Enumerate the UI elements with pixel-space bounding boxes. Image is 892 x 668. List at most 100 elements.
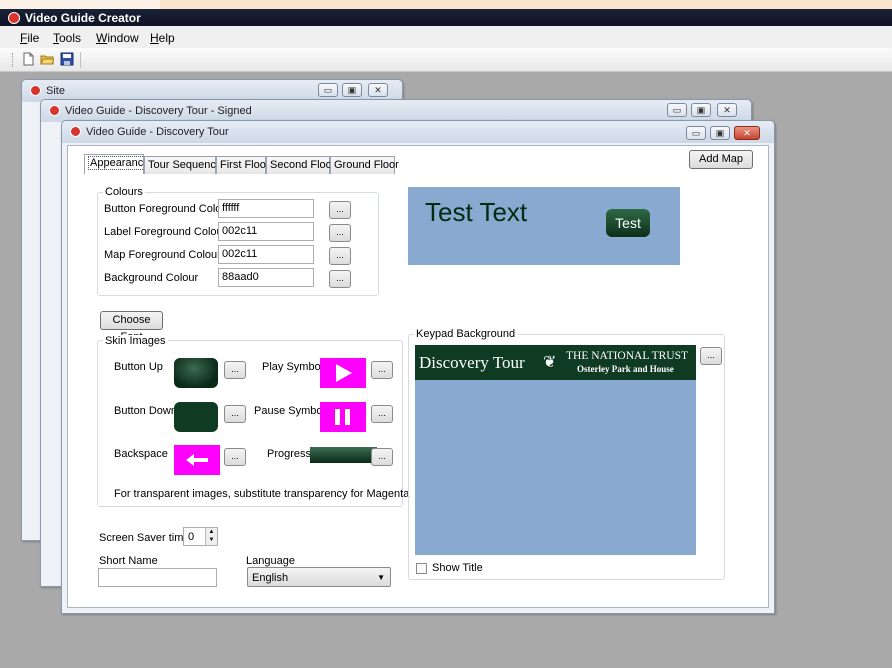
progress-browse-button[interactable]: ... bbox=[371, 448, 393, 466]
screen-saver-stepper[interactable]: 0 ▲ ▼ bbox=[183, 527, 218, 546]
progress-image bbox=[310, 447, 377, 463]
language-select[interactable]: English ▼ bbox=[247, 567, 391, 587]
main-window-caption: Video Guide - Discovery Tour ▭ ▣ ✕ bbox=[62, 121, 774, 143]
site-window-title: Site bbox=[46, 85, 65, 97]
label-fg-input[interactable]: 002c11 bbox=[218, 222, 314, 241]
site-window-icon bbox=[30, 85, 41, 96]
button-fg-input[interactable]: ffffff bbox=[218, 199, 314, 218]
menu-tools[interactable]: Tools bbox=[53, 31, 81, 45]
screen-saver-value: 0 bbox=[188, 531, 195, 543]
button-down-label: Button Down bbox=[114, 405, 177, 417]
maximize-icon[interactable]: ▣ bbox=[691, 103, 711, 117]
app-titlebar: Video Guide Creator bbox=[0, 0, 892, 26]
background-label: Background Colour bbox=[104, 272, 199, 284]
stepper-arrows-icon[interactable]: ▲ ▼ bbox=[205, 528, 217, 545]
button-up-image bbox=[174, 358, 218, 388]
colours-group: Colours Button Foreground Colour ffffff … bbox=[97, 186, 379, 296]
pause-symbol-label: Pause Symbol bbox=[254, 405, 325, 417]
tab-appearance[interactable]: Appearance bbox=[84, 154, 152, 174]
preview-panel: Test Text Test bbox=[408, 187, 680, 265]
play-symbol-image bbox=[320, 358, 366, 388]
pause-symbol-browse-button[interactable]: ... bbox=[371, 405, 393, 423]
tab-tour-sequence[interactable]: Tour Sequence bbox=[144, 156, 222, 174]
tab-first-floor[interactable]: First Floor bbox=[216, 156, 270, 174]
menu-window[interactable]: Window bbox=[96, 31, 139, 45]
short-name-label: Short Name bbox=[99, 555, 158, 567]
background-browse-button[interactable]: ... bbox=[329, 270, 351, 288]
button-fg-label: Button Foreground Colour bbox=[104, 203, 232, 215]
maximize-icon[interactable]: ▣ bbox=[710, 126, 730, 140]
tab-second-floor[interactable]: Second Floor bbox=[266, 156, 335, 174]
backspace-image bbox=[174, 445, 220, 475]
language-value: English bbox=[252, 572, 289, 584]
screen-saver-label: Screen Saver time bbox=[99, 532, 190, 544]
minimize-icon[interactable]: ▭ bbox=[667, 103, 687, 117]
button-down-browse-button[interactable]: ... bbox=[224, 405, 246, 423]
label-fg-browse-button[interactable]: ... bbox=[329, 224, 351, 242]
backspace-arrow-icon bbox=[186, 454, 208, 466]
banner-title: Discovery Tour bbox=[419, 353, 525, 372]
keypad-background-image: Discovery Tour ❦ THE NATIONAL TRUST Oste… bbox=[415, 345, 696, 555]
main-client-area: Appearance Tour Sequence First Floor Sec… bbox=[67, 145, 769, 608]
map-fg-input[interactable]: 002c11 bbox=[218, 245, 314, 264]
keypad-background-legend: Keypad Background bbox=[414, 328, 518, 340]
discovery-tour-banner: Discovery Tour ❦ THE NATIONAL TRUST Oste… bbox=[415, 345, 696, 380]
close-icon[interactable]: ✕ bbox=[368, 83, 388, 97]
skin-images-group: Skin Images Button Up ... Play Symbol ..… bbox=[97, 335, 409, 507]
button-fg-browse-button[interactable]: ... bbox=[329, 201, 351, 219]
show-title-checkbox[interactable] bbox=[416, 563, 427, 574]
open-folder-icon[interactable] bbox=[40, 52, 54, 66]
menu-file[interactable]: File bbox=[20, 31, 39, 45]
close-icon[interactable]: ✕ bbox=[734, 126, 760, 140]
keypad-background-group: Keypad Background Discovery Tour ❦ THE N… bbox=[408, 328, 725, 580]
app-icon bbox=[8, 12, 20, 24]
map-fg-browse-button[interactable]: ... bbox=[329, 247, 351, 265]
app-title: Video Guide Creator bbox=[25, 11, 141, 25]
button-up-label: Button Up bbox=[114, 361, 163, 373]
button-down-image bbox=[174, 402, 218, 432]
signed-window-title: Video Guide - Discovery Tour - Signed bbox=[65, 105, 252, 117]
minimize-icon[interactable]: ▭ bbox=[318, 83, 338, 97]
show-title-label: Show Title bbox=[432, 562, 483, 574]
save-icon[interactable] bbox=[60, 52, 74, 66]
national-trust-text: THE NATIONAL TRUST bbox=[566, 350, 689, 362]
language-label: Language bbox=[246, 555, 295, 567]
add-map-button[interactable]: Add Map bbox=[689, 150, 753, 169]
colours-legend: Colours bbox=[103, 186, 145, 198]
signed-window-icon bbox=[49, 105, 60, 116]
tab-ground-floor[interactable]: Ground Floor bbox=[330, 156, 399, 174]
backspace-browse-button[interactable]: ... bbox=[224, 448, 246, 466]
maximize-icon[interactable]: ▣ bbox=[342, 83, 362, 97]
progress-label: Progress bbox=[267, 448, 312, 460]
main-window-icon bbox=[70, 126, 81, 137]
signed-window-caption: Video Guide - Discovery Tour - Signed ▭ … bbox=[41, 100, 751, 122]
play-symbol-browse-button[interactable]: ... bbox=[371, 361, 393, 379]
background-input[interactable]: 88aad0 bbox=[218, 268, 314, 287]
pause-symbol-image bbox=[320, 402, 366, 432]
map-fg-label: Map Foreground Colour bbox=[104, 249, 221, 261]
play-icon bbox=[336, 364, 352, 382]
backspace-label: Backspace bbox=[114, 448, 168, 460]
toolbar-separator bbox=[80, 52, 81, 68]
oak-leaf-icon: ❦ bbox=[543, 354, 557, 371]
osterley-text: Osterley Park and House bbox=[577, 364, 674, 374]
chevron-down-icon: ▼ bbox=[377, 573, 385, 582]
new-document-icon[interactable] bbox=[21, 52, 35, 66]
close-icon[interactable]: ✕ bbox=[717, 103, 737, 117]
menu-bar: File Tools Window Help bbox=[0, 26, 892, 48]
menu-help[interactable]: Help bbox=[150, 31, 175, 45]
pause-icon bbox=[335, 409, 350, 425]
choose-font-button[interactable]: Choose Font bbox=[100, 311, 163, 343]
short-name-input[interactable] bbox=[98, 568, 217, 587]
keypad-browse-button[interactable]: ... bbox=[700, 347, 722, 365]
minimize-icon[interactable]: ▭ bbox=[686, 126, 706, 140]
preview-test-button: Test bbox=[606, 209, 650, 237]
toolbar-grip bbox=[12, 53, 14, 67]
play-symbol-label: Play Symbol bbox=[262, 361, 324, 373]
toolbar bbox=[0, 48, 892, 72]
skin-images-legend: Skin Images bbox=[103, 335, 168, 347]
magenta-note: For transparent images, substitute trans… bbox=[114, 488, 410, 500]
main-window[interactable]: Video Guide - Discovery Tour ▭ ▣ ✕ Appea… bbox=[61, 120, 775, 614]
button-up-browse-button[interactable]: ... bbox=[224, 361, 246, 379]
main-window-title: Video Guide - Discovery Tour bbox=[86, 126, 229, 138]
